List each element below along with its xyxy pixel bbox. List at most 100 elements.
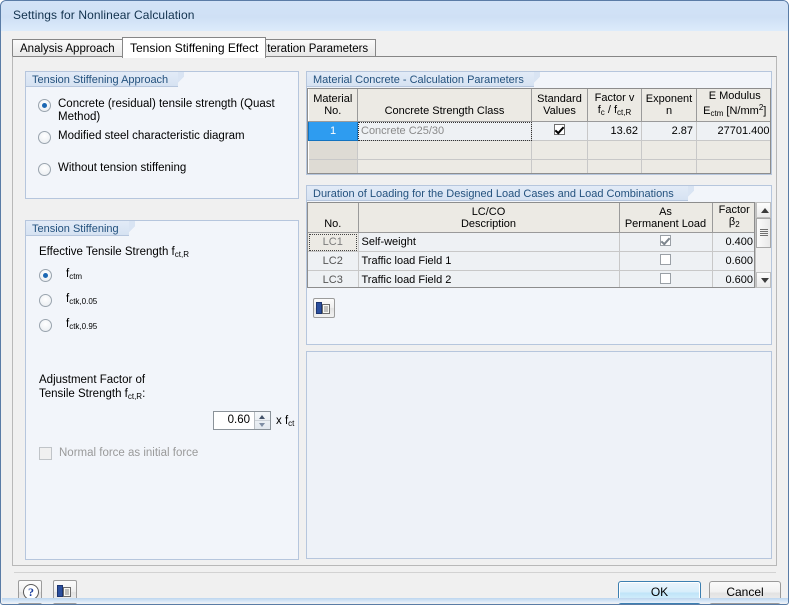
adjustment-factor-increment[interactable]: [255, 412, 270, 421]
material-factor-v-cell[interactable]: 13.62: [587, 121, 642, 141]
permanent-load-checkbox-lc2[interactable]: [660, 254, 671, 265]
scrollbar-grip-icon: [760, 229, 768, 237]
material-exponent-cell-empty[interactable]: [641, 140, 697, 160]
radio-quast-method[interactable]: Concrete (residual) tensile strength (Qu…: [38, 98, 278, 124]
scrollbar-up-arrow-icon[interactable]: [756, 202, 771, 218]
footer-separator: [14, 572, 776, 573]
duration-description-lc3[interactable]: Traffic load Field 2: [358, 270, 620, 287]
standard-values-checkbox[interactable]: [554, 124, 565, 135]
adjustment-factor-stepper[interactable]: 0.60: [213, 411, 271, 430]
radio-without-tension-stiffening[interactable]: Without tension stiffening: [38, 162, 283, 176]
material-row-number-empty2[interactable]: [308, 159, 358, 173]
material-exponent-cell-empty2[interactable]: [641, 159, 697, 173]
duration-factor-lc2[interactable]: 0.600: [712, 251, 754, 271]
duration-row-number-lc1[interactable]: LC1: [308, 232, 359, 252]
duration-permanent-lc1[interactable]: [619, 232, 713, 252]
permanent-load-checkbox-lc3[interactable]: [660, 273, 671, 284]
tab-tension-stiffening-effect[interactable]: Tension Stiffening Effect: [122, 37, 267, 58]
duration-table-settings-button[interactable]: [313, 298, 335, 318]
material-factor-v-cell-empty2[interactable]: [587, 159, 642, 173]
radio-fctk095-sub: ctk,0.95: [69, 322, 98, 331]
material-row-number-empty[interactable]: [308, 140, 358, 160]
duration-row-number-lc3[interactable]: LC3: [308, 270, 359, 287]
header-factor-v-formula: fc / fct,R: [597, 103, 632, 117]
header-e-modulus-formula: Ectm [N/mm2]: [703, 103, 767, 118]
permanent-load-checkbox-lc1[interactable]: [660, 235, 671, 246]
adjustment-factor-input[interactable]: 0.60: [214, 412, 254, 429]
material-e-modulus-cell-empty[interactable]: [696, 140, 770, 160]
table-settings-icon: [316, 302, 330, 314]
radio-modified-steel-diagram[interactable]: Modified steel characteristic diagram: [38, 130, 283, 144]
adjustment-factor-colon: :: [142, 388, 146, 400]
material-strength-class-cell-empty2[interactable]: [357, 159, 532, 173]
tab-analysis-approach[interactable]: Analysis Approach: [12, 39, 123, 57]
radio-quast-method-label: Concrete (residual) tensile strength (Qu…: [58, 98, 275, 123]
table-row[interactable]: LC1 Self-weight 0.400: [308, 232, 754, 252]
material-concrete-table[interactable]: Material No. Concrete Strength Class Sta…: [307, 88, 771, 174]
radio-fctm-sub: ctm: [69, 272, 83, 281]
effective-tensile-strength-label: Effective Tensile Strength fct,R: [39, 246, 189, 259]
radio-fctk005-sub: ctk,0.05: [69, 297, 98, 306]
scrollbar-thumb[interactable]: [756, 218, 771, 248]
header-lc-description: LC/CO Description: [358, 203, 620, 233]
effective-tensile-strength-text: Effective Tensile Strength f: [39, 246, 175, 258]
radio-fctm-label: fctm: [66, 268, 82, 283]
radio-fctk095[interactable]: fctk,0.95: [39, 318, 97, 333]
radio-fctk005-indicator: [39, 294, 52, 307]
group-tension-stiffening-approach: Tension Stiffening Approach Concrete (re…: [25, 71, 299, 199]
table-row[interactable]: [308, 159, 770, 173]
duration-permanent-lc3[interactable]: [619, 270, 713, 287]
material-standard-values-cell-empty[interactable]: [531, 140, 588, 160]
material-row-number[interactable]: 1: [308, 121, 358, 141]
header-factor-beta2-symbol: β2: [728, 216, 740, 229]
adjustment-factor-spin-buttons: [254, 412, 270, 429]
radio-modified-steel-diagram-indicator: [38, 131, 51, 144]
radio-fctk095-indicator: [39, 319, 52, 332]
title-bar: Settings for Nonlinear Calculation: [1, 1, 788, 31]
radio-fctk005[interactable]: fctk,0.05: [39, 293, 97, 308]
duration-permanent-lc2[interactable]: [619, 251, 713, 271]
table-row[interactable]: 1 Concrete C25/30 13.62 2.87 27701.400: [308, 121, 770, 141]
radio-without-tension-stiffening-indicator: [38, 163, 51, 176]
dialog-window: Settings for Nonlinear Calculation Analy…: [0, 0, 789, 605]
duration-table-header-row: No. LC/CO Description As Permanent Load: [308, 203, 754, 233]
material-strength-class-cell[interactable]: Concrete C25/30: [357, 121, 532, 141]
header-lc-no: No.: [308, 203, 359, 233]
table-row[interactable]: LC2 Traffic load Field 1 0.600: [308, 251, 754, 271]
adjustment-factor-label: Adjustment Factor of Tensile Strength fc…: [39, 373, 145, 404]
tab-iteration-parameters[interactable]: Iteration Parameters: [256, 39, 377, 57]
svg-text:?: ?: [28, 585, 34, 599]
radio-fctk005-label: fctk,0.05: [66, 293, 97, 308]
material-factor-v-cell-empty[interactable]: [587, 140, 642, 160]
adjustment-factor-decrement[interactable]: [255, 421, 270, 429]
adjustment-factor-line1: Adjustment Factor of: [39, 374, 146, 386]
duration-factor-lc3[interactable]: 0.600: [712, 270, 754, 287]
checkbox-normal-force-initial-label: Normal force as initial force: [59, 447, 199, 459]
adjustment-factor-unit-sub: ct: [288, 419, 295, 428]
duration-description-lc1[interactable]: Self-weight: [358, 232, 620, 252]
radio-fctm[interactable]: fctm: [39, 268, 82, 283]
material-e-modulus-cell[interactable]: 27701.400: [696, 121, 770, 141]
duration-row-number-lc2[interactable]: LC2: [308, 251, 359, 271]
material-concrete-grid: Material No. Concrete Strength Class Sta…: [308, 89, 770, 173]
duration-of-loading-table[interactable]: No. LC/CO Description As Permanent Load: [307, 202, 755, 288]
scrollbar-down-arrow-icon[interactable]: [756, 272, 771, 288]
material-e-modulus-cell-empty2[interactable]: [696, 159, 770, 173]
group-title-stiffening: Tension Stiffening: [25, 220, 135, 237]
header-factor-beta2: Factor β2: [712, 203, 754, 233]
adjustment-factor-unit: x fct: [276, 415, 294, 428]
group-title-approach: Tension Stiffening Approach: [25, 71, 185, 88]
material-exponent-cell[interactable]: 2.87: [641, 121, 697, 141]
material-strength-class-cell-empty[interactable]: [357, 140, 532, 160]
group-title-duration: Duration of Loading for the Designed Loa…: [306, 185, 694, 202]
radio-modified-steel-diagram-label: Modified steel characteristic diagram: [58, 130, 245, 142]
duration-table-scrollbar[interactable]: [755, 202, 771, 288]
duration-description-lc2[interactable]: Traffic load Field 1: [358, 251, 620, 271]
table-row[interactable]: [308, 140, 770, 160]
material-standard-values-cell-empty2[interactable]: [531, 159, 588, 173]
adjustment-factor-unit-main: x f: [276, 415, 289, 427]
checkbox-normal-force-initial[interactable]: Normal force as initial force: [39, 447, 198, 460]
material-standard-values-cell[interactable]: [531, 121, 588, 141]
table-row[interactable]: LC3 Traffic load Field 2 0.600: [308, 270, 754, 287]
duration-factor-lc1[interactable]: 0.400: [712, 232, 754, 252]
